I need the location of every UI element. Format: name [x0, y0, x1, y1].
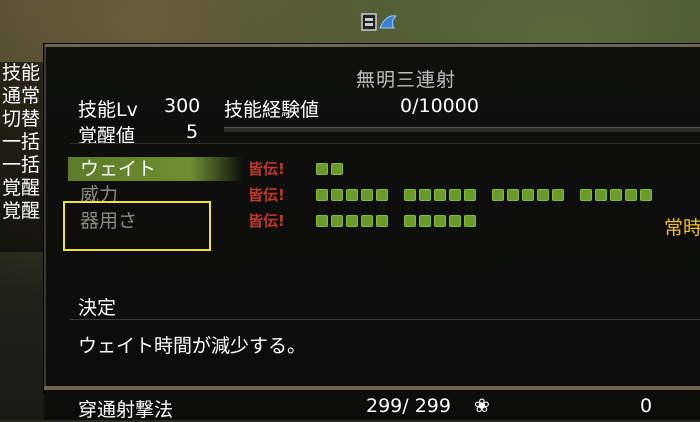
stat-pip: [376, 189, 388, 201]
stat-pip: [316, 163, 328, 175]
mastery-badge: 皆伝!: [248, 212, 285, 230]
stat-pip: [331, 189, 343, 201]
exp-progress-bar: [224, 127, 700, 132]
background-skill-menu: 技能 通常 切替 一括 一括 覚醒 覚醒: [0, 62, 44, 252]
stat-pip: [552, 189, 564, 201]
flower-icon: ❀: [474, 395, 490, 417]
annotation-highlight-box: [63, 201, 211, 251]
stat-label: ウェイト: [80, 158, 157, 180]
stat-pip: [404, 215, 416, 227]
menu-item[interactable]: 技能: [0, 62, 44, 85]
menu-item[interactable]: 一括: [0, 154, 44, 177]
stat-pip: [419, 189, 431, 201]
menu-item[interactable]: 覚醒: [0, 177, 44, 200]
menu-item[interactable]: 通常: [0, 85, 44, 108]
crest-icon: [361, 13, 398, 31]
skill-detail-panel: 無明三連射 技能Lv 300 技能経験値 0/10000 覚醒値 5 ウェイト …: [44, 44, 700, 393]
stat-pip: [464, 215, 476, 227]
skill-name: 穿通射撃法: [78, 399, 174, 421]
menu-item[interactable]: 一括: [0, 131, 44, 154]
stat-pip: [449, 189, 461, 201]
skill-description: ウェイト時間が減少する。: [78, 335, 307, 357]
stat-pip: [522, 189, 534, 201]
stat-pip: [361, 215, 373, 227]
awaken-value: 5: [186, 121, 199, 143]
skill-points: 299/ 299: [366, 395, 451, 417]
mastery-badge: 皆伝!: [248, 160, 285, 178]
skill-title: 無明三連射: [356, 69, 457, 91]
divider: [70, 143, 700, 144]
stat-pip: [376, 215, 388, 227]
stat-pip: [492, 189, 504, 201]
stat-pip: [316, 189, 328, 201]
stat-row-wait[interactable]: ウェイト 皆伝!: [68, 157, 700, 181]
always-label: 常時: [664, 217, 700, 239]
stat-pip: [419, 215, 431, 227]
menu-item[interactable]: 覚醒: [0, 200, 44, 223]
skill-level-label: 技能Lv: [78, 99, 138, 121]
mastery-badge: 皆伝!: [248, 186, 285, 204]
skill-exp-value: 0/10000: [400, 95, 479, 117]
stat-pip: [580, 189, 592, 201]
stat-pip: [537, 189, 549, 201]
decide-button[interactable]: 決定: [78, 293, 116, 320]
skill-list-row[interactable]: 穿通射撃法 299/ 299 ❀ 0: [44, 390, 700, 421]
divider: [70, 319, 700, 320]
stat-pip: [595, 189, 607, 201]
stat-pip: [404, 189, 416, 201]
skill-exp-label: 技能経験値: [224, 99, 320, 121]
skill-count: 0: [640, 395, 653, 417]
stat-pip: [434, 215, 446, 227]
stat-pip: [361, 189, 373, 201]
stat-pip: [507, 189, 519, 201]
stat-pip: [434, 189, 446, 201]
stat-pip: [625, 189, 637, 201]
stat-pip: [610, 189, 622, 201]
stat-pip: [640, 189, 652, 201]
stat-pip: [316, 215, 328, 227]
stat-pip: [331, 163, 343, 175]
stat-pip: [449, 215, 461, 227]
menu-item[interactable]: 切替: [0, 108, 44, 131]
stat-pip: [346, 189, 358, 201]
stat-pip: [346, 215, 358, 227]
stat-pip: [464, 189, 476, 201]
stat-pip: [331, 215, 343, 227]
skill-level-value: 300: [164, 95, 201, 117]
